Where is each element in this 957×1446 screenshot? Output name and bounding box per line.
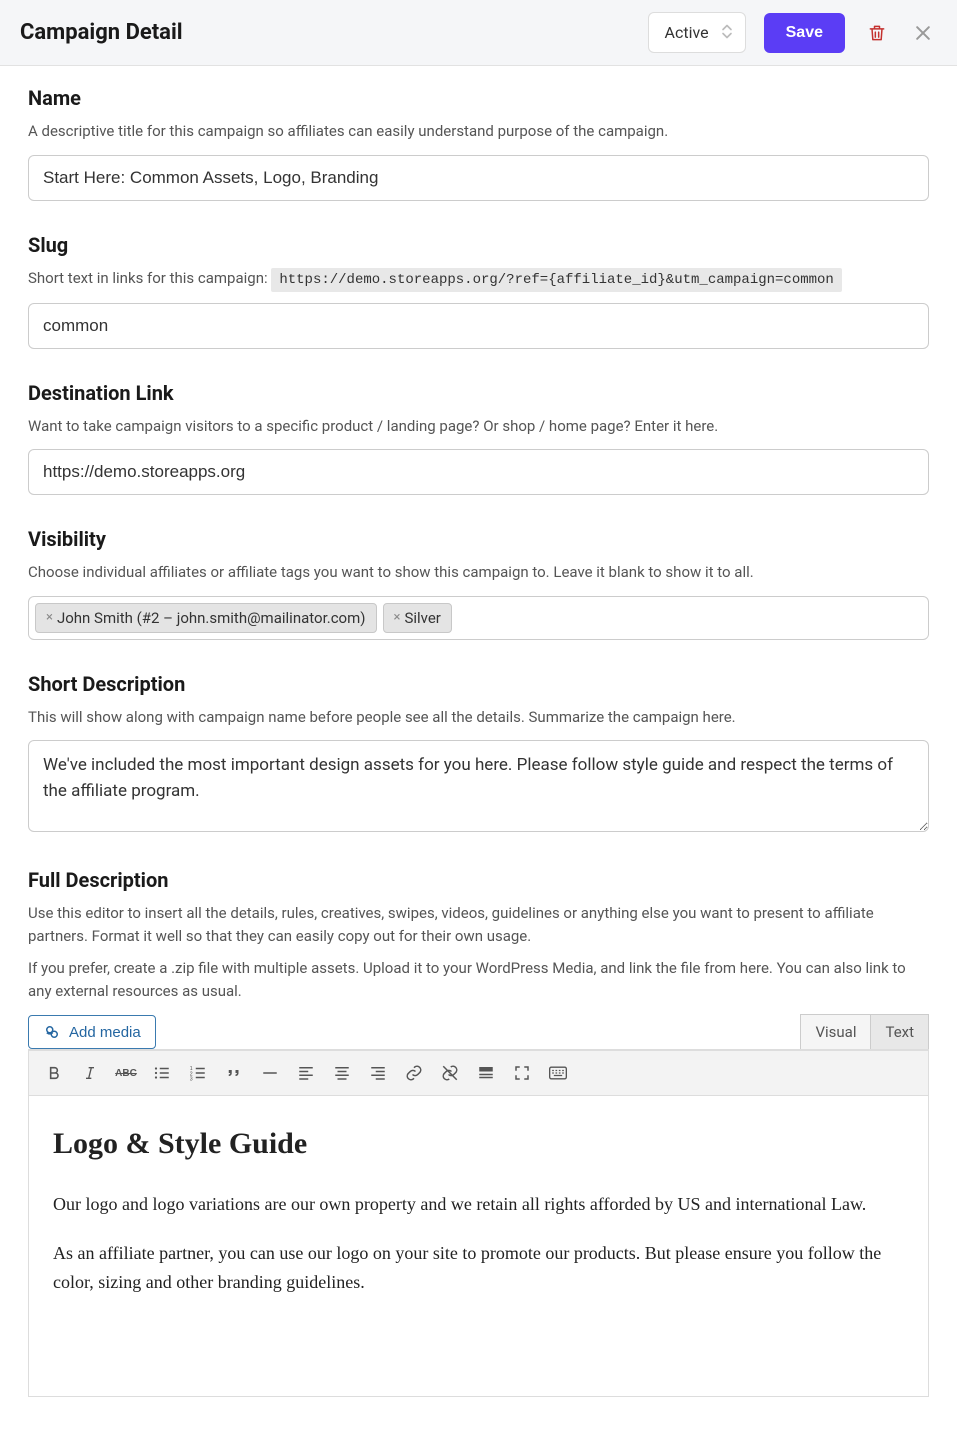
unlink-icon (441, 1064, 459, 1082)
editor-tabs: Visual Text (800, 1014, 929, 1049)
italic-icon (82, 1065, 98, 1081)
quote-icon (225, 1064, 243, 1082)
media-icon (43, 1023, 61, 1041)
status-value: Active (665, 23, 709, 42)
trash-icon (867, 23, 887, 43)
tab-visual[interactable]: Visual (800, 1014, 870, 1049)
italic-button[interactable] (73, 1057, 107, 1089)
header-actions: Active Save (648, 12, 937, 53)
slug-label: Slug (28, 233, 929, 257)
short-desc-help: This will show along with campaign name … (28, 706, 929, 729)
link-button[interactable] (397, 1057, 431, 1089)
blockquote-button[interactable] (217, 1057, 251, 1089)
short-desc-input[interactable] (28, 740, 929, 832)
link-icon (405, 1064, 423, 1082)
short-desc-label: Short Description (28, 672, 929, 696)
visibility-tag[interactable]: ×Silver (383, 603, 452, 633)
svg-text:3: 3 (190, 1077, 193, 1083)
page-header: Campaign Detail Active Save (0, 0, 957, 66)
keyboard-icon (548, 1064, 568, 1082)
close-button[interactable] (909, 19, 937, 47)
strikethrough-icon: ABC (115, 1068, 137, 1079)
editor-toolbar: ABC 123 (29, 1050, 928, 1096)
visibility-help: Choose individual affiliates or affiliat… (28, 561, 929, 584)
tag-remove-icon[interactable]: × (394, 610, 401, 625)
field-name: Name A descriptive title for this campai… (28, 86, 929, 201)
full-desc-help2: If you prefer, create a .zip file with m… (28, 957, 929, 1002)
align-left-button[interactable] (289, 1057, 323, 1089)
toolbar-toggle-button[interactable] (541, 1057, 575, 1089)
visibility-label: Visibility (28, 527, 929, 551)
close-icon (913, 23, 933, 43)
bold-button[interactable] (37, 1057, 71, 1089)
name-label: Name (28, 86, 929, 110)
tag-remove-icon[interactable]: × (46, 610, 53, 625)
slug-url-preview: https://demo.storeapps.org/?ref={affilia… (271, 268, 842, 292)
destination-input[interactable] (28, 449, 929, 495)
delete-button[interactable] (863, 19, 891, 47)
status-select[interactable]: Active (648, 12, 746, 53)
align-right-button[interactable] (361, 1057, 395, 1089)
fullscreen-button[interactable] (505, 1057, 539, 1089)
bullet-list-button[interactable] (145, 1057, 179, 1089)
slug-input[interactable] (28, 303, 929, 349)
content-paragraph: As an affiliate partner, you can use our… (53, 1239, 904, 1297)
readmore-button[interactable] (469, 1057, 503, 1089)
field-destination: Destination Link Want to take campaign v… (28, 381, 929, 496)
editor-body[interactable]: Logo & Style Guide Our logo and logo var… (29, 1096, 928, 1396)
hr-button[interactable] (253, 1057, 287, 1089)
align-left-icon (297, 1064, 315, 1082)
align-center-icon (333, 1064, 351, 1082)
slug-help: Short text in links for this campaign: h… (28, 267, 929, 291)
bold-icon (46, 1065, 62, 1081)
readmore-icon (477, 1064, 495, 1082)
field-full-description: Full Description Use this editor to inse… (28, 868, 929, 1397)
editor-container: Logo & Style Guide Our logo and logo var… (29, 1096, 928, 1396)
unlink-button[interactable] (433, 1057, 467, 1089)
numbered-list-button[interactable]: 123 (181, 1057, 215, 1089)
visibility-tag[interactable]: ×John Smith (#2 – john.smith@mailinator.… (35, 603, 377, 633)
tab-text[interactable]: Text (870, 1014, 929, 1049)
save-button[interactable]: Save (764, 13, 845, 53)
name-input[interactable] (28, 155, 929, 201)
bullet-list-icon (153, 1064, 171, 1082)
field-slug: Slug Short text in links for this campai… (28, 233, 929, 349)
page-title: Campaign Detail (20, 20, 183, 45)
full-desc-help1: Use this editor to insert all the detail… (28, 902, 929, 947)
name-help: A descriptive title for this campaign so… (28, 120, 929, 143)
add-media-button[interactable]: Add media (28, 1015, 156, 1049)
full-desc-label: Full Description (28, 868, 929, 892)
horizontal-rule-icon (261, 1064, 279, 1082)
destination-label: Destination Link (28, 381, 929, 405)
strikethrough-button[interactable]: ABC (109, 1057, 143, 1089)
align-center-button[interactable] (325, 1057, 359, 1089)
field-visibility: Visibility Choose individual affiliates … (28, 527, 929, 640)
content-paragraph: Our logo and logo variations are our own… (53, 1190, 904, 1219)
chevron-updown-icon (721, 23, 733, 42)
align-right-icon (369, 1064, 387, 1082)
visibility-input[interactable]: ×John Smith (#2 – john.smith@mailinator.… (28, 596, 929, 640)
destination-help: Want to take campaign visitors to a spec… (28, 415, 929, 438)
field-short-description: Short Description This will show along w… (28, 672, 929, 837)
numbered-list-icon: 123 (189, 1064, 207, 1082)
form-content: Name A descriptive title for this campai… (0, 66, 957, 1446)
content-heading: Logo & Style Guide (53, 1120, 904, 1168)
fullscreen-icon (513, 1064, 531, 1082)
